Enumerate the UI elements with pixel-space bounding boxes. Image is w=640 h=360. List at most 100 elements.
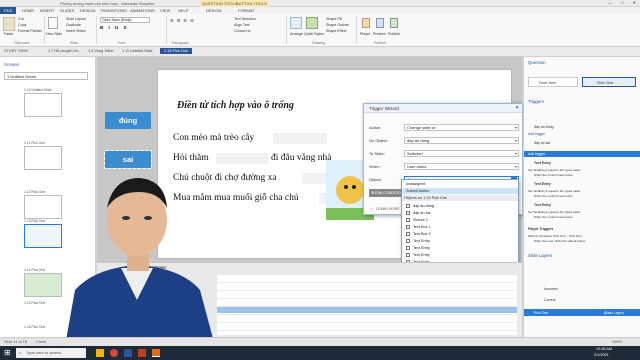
text-direction-button[interactable]: Text Direction <box>234 17 256 21</box>
font-name-select[interactable]: Open Sans (Body) <box>100 17 150 23</box>
to-state-select[interactable]: Selected ▾ <box>404 150 519 157</box>
add-trigger-link[interactable]: Add trigger <box>528 132 545 136</box>
paste-button[interactable]: Paste <box>4 32 13 36</box>
dropdown-item[interactable]: đáp án sai <box>406 211 431 215</box>
dropdown-item[interactable]: Text Box 2 <box>406 232 431 236</box>
paragraph-buttons[interactable]: ☰ ☰ ☰ ☰ <box>170 18 195 23</box>
show-conditions-button[interactable]: SHOW CONDITIONS <box>369 189 403 197</box>
arrange-button[interactable]: Arrange <box>290 32 303 36</box>
quick-styles-button[interactable]: Quick Styles <box>304 32 324 36</box>
tab-slide-1-3[interactable]: 1.3 Vùng 'kiếm' <box>88 49 114 53</box>
text-entry-title[interactable]: Text Entry <box>534 182 551 186</box>
tab-slides[interactable]: SLIDES <box>60 8 74 13</box>
player-trigger-desc: Submit interaction 'Pick One' - 'Pick On… <box>528 234 583 238</box>
divider <box>286 16 287 44</box>
quick-styles-icon[interactable] <box>306 17 318 29</box>
chrome-icon[interactable] <box>110 349 118 357</box>
dropdown-item[interactable]: Text Entry <box>406 239 430 243</box>
tab-view[interactable]: VIEW <box>160 8 170 13</box>
word-icon[interactable] <box>124 349 132 357</box>
tab-transitions[interactable]: TRANSITIONS <box>100 8 127 13</box>
convert-button[interactable]: Convert to <box>234 29 251 33</box>
dropdown-item[interactable]: đáp án đúng <box>406 204 434 208</box>
zoom-level[interactable]: 100% <box>612 340 622 344</box>
action-value: Change state of <box>407 125 436 130</box>
storyline-icon[interactable] <box>152 349 160 357</box>
tab-slide-1-15[interactable]: 1.15 Pick One <box>160 48 192 54</box>
close-icon[interactable]: ✕ <box>515 105 519 111</box>
learn-more-link[interactable]: LEARN MORE <box>376 207 400 211</box>
tab-context-design[interactable]: DESIGN <box>206 8 221 13</box>
tab-story-view[interactable]: STORY VIEW <box>4 49 28 53</box>
player-button[interactable]: Player <box>360 32 370 36</box>
word-box-dung[interactable]: đúng <box>105 112 151 129</box>
on-object-select[interactable]: đáp án đúng ▾ <box>404 137 519 144</box>
tab-design[interactable]: DESIGN <box>80 8 95 13</box>
font-format-buttons[interactable]: B I U S <box>100 25 129 30</box>
publish-button[interactable]: Publish <box>388 32 400 36</box>
slide-view-label: Slide View <box>597 81 614 85</box>
font-group-label: Font <box>118 41 126 45</box>
tab-help[interactable]: HELP <box>178 8 188 13</box>
shape-outline-button[interactable]: Shape Outline <box>326 23 349 27</box>
shape-fill-button[interactable]: Shape Fill <box>326 17 342 21</box>
dropdown-item[interactable]: Text Entry <box>406 253 430 257</box>
format-painter-button[interactable]: Format Painter <box>18 29 42 33</box>
close-icon[interactable]: ✕ <box>633 0 636 5</box>
powerpoint-icon[interactable] <box>138 349 146 357</box>
layer-base-row[interactable]: Pick One (Base Layer) <box>524 309 640 316</box>
dropdown-item[interactable]: Picture 1 <box>406 218 428 222</box>
scene-select[interactable]: 1 Untitled Scene <box>4 72 88 80</box>
taskbar-search-box[interactable]: ⌕ Type here to search <box>16 348 86 358</box>
help-icon[interactable]: ⓘ <box>370 207 373 212</box>
answer-blank-1[interactable] <box>273 133 327 144</box>
slide-thumbnail[interactable] <box>24 93 62 117</box>
file-explorer-icon[interactable] <box>96 349 104 357</box>
text-entry-desc2: When the control loses focus <box>534 194 573 198</box>
arrange-icon[interactable] <box>290 17 302 29</box>
preview-button[interactable]: Preview <box>373 32 386 36</box>
dropdown-item[interactable]: Text Entry <box>406 246 430 250</box>
slide-view-button[interactable]: Slide View <box>582 77 636 87</box>
trigger-object[interactable]: đáp án đúng <box>534 125 553 129</box>
text-entry-title[interactable]: Text Entry <box>534 161 551 165</box>
tab-context-format[interactable]: FORMAT <box>238 8 255 13</box>
tab-animations[interactable]: ANIMATIONS <box>130 8 155 13</box>
publish-icon[interactable] <box>390 18 398 28</box>
timeline-selected-track[interactable] <box>217 307 517 313</box>
tab-insert[interactable]: INSERT <box>40 8 55 13</box>
triggers-header: Triggers <box>528 99 544 104</box>
layer-incorrect[interactable]: Incorrect <box>544 287 558 291</box>
insert-slides-button[interactable]: Insert Slides <box>66 29 86 33</box>
text-entry-title[interactable]: Text Entry <box>534 203 551 207</box>
dropdown-item[interactable]: Submit button <box>406 189 429 193</box>
answer-blank-2[interactable] <box>216 153 268 164</box>
trigger-object[interactable]: đáp án sai <box>534 141 550 145</box>
new-slide-icon[interactable] <box>48 17 58 29</box>
maximize-icon[interactable]: □ <box>622 0 624 5</box>
add-trigger-selected[interactable]: Add trigger <box>524 151 640 157</box>
dropdown-item[interactable]: unassigned <box>406 182 425 186</box>
paste-icon[interactable] <box>3 17 15 31</box>
player-icon[interactable] <box>362 18 370 28</box>
align-text-button[interactable]: Align Text <box>234 23 250 27</box>
action-select[interactable]: Change state of ▾ <box>404 124 519 131</box>
timeline-tracks[interactable] <box>217 275 517 335</box>
copy-button[interactable]: Copy <box>18 23 26 27</box>
slide-layout-button[interactable]: Slide Layout <box>66 17 86 21</box>
cut-button[interactable]: Cut <box>18 17 24 21</box>
form-view-button[interactable]: Form View <box>528 77 578 87</box>
tab-home[interactable]: HOME <box>22 8 34 13</box>
tab-slide-1-11[interactable]: 1.11 Untitled Slide <box>122 49 153 53</box>
layer-correct[interactable]: Correct <box>544 298 555 302</box>
minimize-icon[interactable]: — <box>608 0 612 5</box>
tab-file[interactable]: FILE <box>0 7 17 14</box>
windows-start-icon[interactable]: ⊞ <box>4 348 11 357</box>
duplicate-button[interactable]: Duplicate <box>66 23 81 27</box>
new-slide-button[interactable]: New Slide <box>46 32 62 36</box>
when-select[interactable]: User clicks ▾ <box>404 163 519 170</box>
dropdown-item[interactable]: Text Box 1 <box>406 225 431 229</box>
tab-slide-1-7[interactable]: 1.7 Hỗ chuyện nh... <box>48 49 81 53</box>
shape-effect-button[interactable]: Shape Effect <box>326 29 347 33</box>
preview-icon[interactable] <box>376 18 384 28</box>
